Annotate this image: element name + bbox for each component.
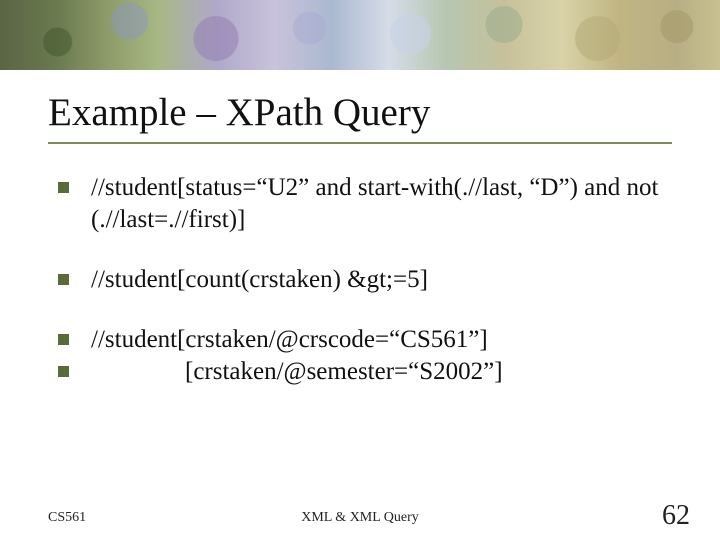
- slide-title: Example – XPath Query: [48, 90, 430, 135]
- square-bullet-icon: [58, 182, 69, 193]
- list-item: //student[status=“U2” and start-with(.//…: [58, 172, 668, 236]
- list-item: [crstaken/@semester=“S2002”]: [58, 356, 668, 388]
- slide-number: 62: [662, 500, 690, 532]
- square-bullet-icon: [58, 366, 69, 377]
- bullet-text: //student[count(crstaken) &gt;=5]: [91, 264, 668, 296]
- bullet-text: [crstaken/@semester=“S2002”]: [91, 356, 668, 388]
- bullet-text: //student[status=“U2” and start-with(.//…: [91, 172, 668, 236]
- list-item: //student[count(crstaken) &gt;=5]: [58, 264, 668, 296]
- list-item: //student[crstaken/@crscode=“CS561”]: [58, 324, 668, 356]
- square-bullet-icon: [58, 274, 69, 285]
- bullet-text: //student[crstaken/@crscode=“CS561”]: [91, 324, 668, 356]
- footer-topic: XML & XML Query: [0, 510, 720, 526]
- slide-body: //student[status=“U2” and start-with(.//…: [58, 172, 668, 416]
- square-bullet-icon: [58, 334, 69, 345]
- title-underline: [48, 142, 672, 144]
- decorative-banner: [0, 0, 720, 70]
